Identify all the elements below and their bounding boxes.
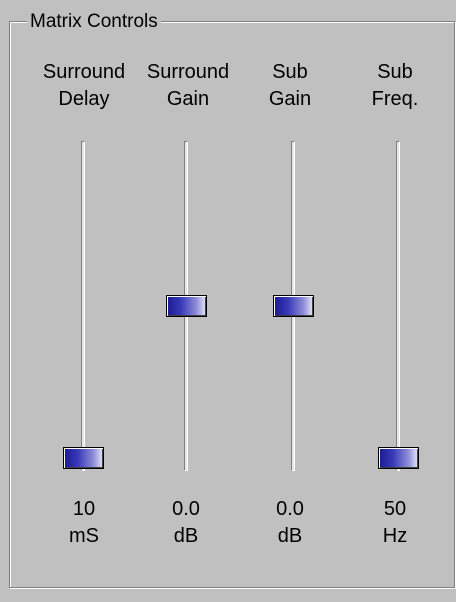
- slider-value-readout: 50 Hz: [382, 498, 408, 547]
- slider-value-readout: 0.0 dB: [276, 498, 304, 547]
- slider-track[interactable]: [396, 141, 400, 471]
- slider-thumb[interactable]: [273, 295, 314, 317]
- slider-label: Sub Gain: [268, 61, 312, 110]
- slider-thumb[interactable]: [378, 447, 419, 469]
- slider-track[interactable]: [81, 141, 85, 471]
- slider-value-readout: 0.0 dB: [172, 498, 200, 547]
- slider-label: Surround Delay: [42, 61, 126, 110]
- slider-thumb[interactable]: [63, 447, 104, 469]
- slider-label: Surround Gain: [146, 61, 230, 110]
- slider-value-readout: 10 mS: [69, 498, 99, 547]
- group-title: Matrix Controls: [27, 11, 161, 33]
- slider-label: Sub Freq.: [371, 61, 419, 110]
- slider-thumb[interactable]: [166, 295, 207, 317]
